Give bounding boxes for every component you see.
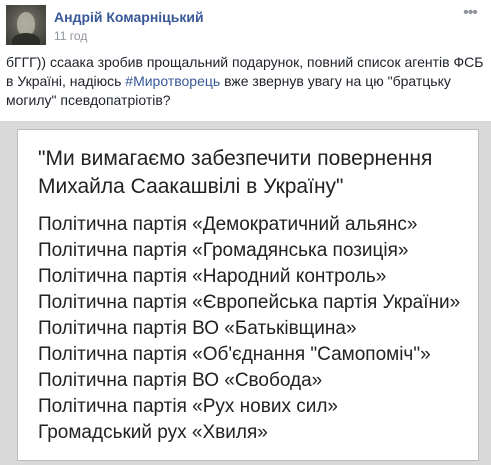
author-avatar[interactable] [6, 5, 46, 45]
party-line: Політична партія «Народний контроль» [38, 266, 387, 287]
post-text: бГГГ)) ссаака зробив прощальний подаруно… [6, 53, 484, 110]
author-name-link[interactable]: Андрій Комарніцький [54, 9, 204, 25]
image-card: "Ми вимагаємо забезпечити повернення Мих… [17, 129, 479, 461]
post-header: Андрій Комарніцький 11 год ••• [6, 5, 484, 45]
quote-line-2: Михайла Саакашвілі в Україну" [38, 175, 344, 198]
ellipsis-icon: ••• [463, 4, 478, 21]
party-line: Політична партія «Демократичний альянс» [38, 214, 418, 235]
avatar-body [12, 33, 40, 45]
party-line: Політична партія «Європейська партія Укр… [38, 292, 461, 313]
post-timestamp[interactable]: 11 год [54, 29, 87, 43]
party-line: Політична партія «Громадянська позиція» [38, 240, 409, 261]
hashtag-link[interactable]: #Миротворець [125, 73, 220, 89]
party-list: Політична партія «Демократичний альянс» … [38, 212, 460, 446]
more-options-button[interactable]: ••• [460, 5, 480, 21]
party-line: Політична партія ВО «Свобода» [38, 370, 323, 391]
facebook-post: Андрій Комарніцький 11 год ••• бГГГ)) сс… [0, 0, 491, 465]
quote-line-1: "Ми вимагаємо забезпечити повернення [38, 147, 433, 170]
image-quote: "Ми вимагаємо забезпечити повернення Мих… [38, 145, 432, 201]
post-image[interactable]: "Ми вимагаємо забезпечити повернення Мих… [0, 121, 491, 465]
party-line: Політична партія «Об'єднання "Самопоміч"… [38, 344, 431, 365]
party-line: Політична партія ВО «Батьківщина» [38, 318, 357, 339]
party-line: Політична партія «Рух нових сил» [38, 396, 338, 417]
party-line: Громадський рух «Хвиля» [38, 422, 268, 443]
